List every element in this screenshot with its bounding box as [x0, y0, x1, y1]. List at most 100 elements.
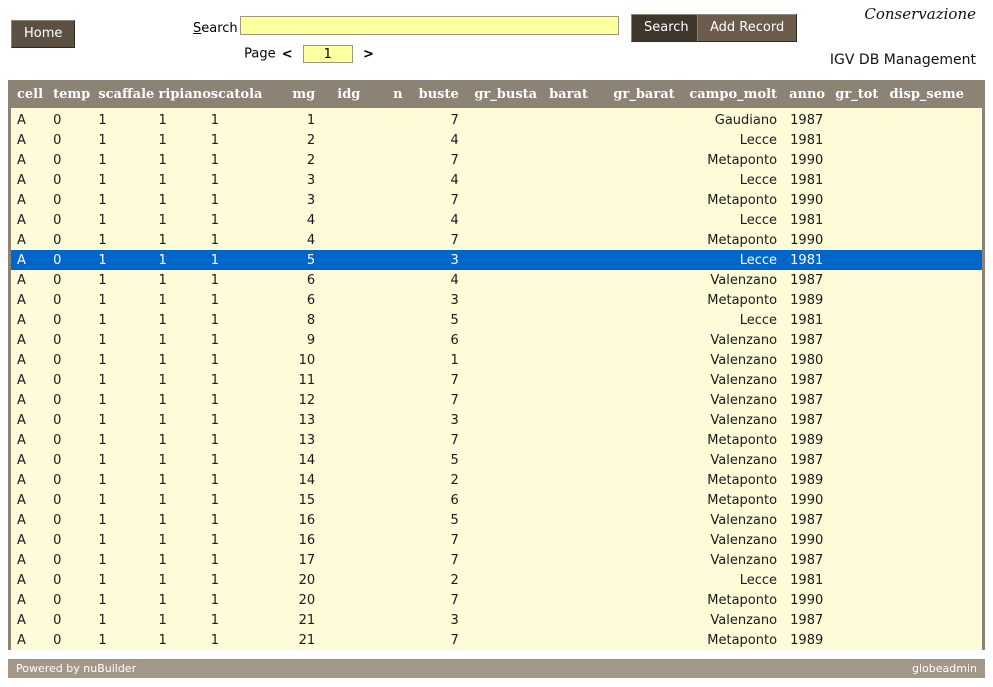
cell-n	[366, 570, 408, 590]
column-header-scatola[interactable]: scatola	[204, 80, 262, 108]
cell-campo_molt: Lecce	[739, 252, 778, 268]
search-input[interactable]	[240, 16, 619, 35]
column-header-ripiano[interactable]: ripiano	[152, 80, 211, 108]
cell-gr_barat	[596, 450, 680, 470]
table-row[interactable]: A 0 1 1 1 16 5 Valenzano 1987	[11, 510, 982, 530]
pager-next-button[interactable]: >	[361, 47, 376, 62]
cell-buste: 7	[450, 112, 459, 128]
cell-buste: 7	[450, 592, 459, 608]
cell-disp_seme	[883, 330, 982, 350]
column-header-anno[interactable]: anno	[783, 80, 830, 108]
cell-buste: 7	[450, 632, 459, 648]
cell-scaffale: 1	[98, 472, 107, 488]
cell-barat	[543, 190, 596, 210]
cell-scatola: 1	[210, 552, 220, 568]
cell-anno: 1981	[790, 572, 824, 588]
column-header-idg[interactable]: idg	[321, 80, 367, 108]
table-row[interactable]: A 0 1 1 1 2 4 Lecce 1981	[11, 130, 982, 150]
cell-campo_molt: Metaponto	[707, 192, 778, 208]
cell-anno: 1989	[790, 472, 824, 488]
cell-campo_molt: Valenzano	[710, 612, 778, 628]
column-header-gr_barat[interactable]: gr_barat	[596, 80, 681, 108]
page-number-input[interactable]	[302, 45, 353, 63]
table-row[interactable]: A 0 1 1 1 20 2 Lecce 1981	[11, 570, 982, 590]
cell-campo_molt: Metaponto	[707, 432, 778, 448]
cell-gr_busta	[465, 370, 543, 390]
cell-campo_molt: Valenzano	[710, 452, 778, 468]
cell-campo_molt: Lecce	[739, 312, 778, 328]
table-row[interactable]: A 0 1 1 1 9 6 Valenzano 1987	[11, 330, 982, 350]
cell-temp: 0	[53, 312, 62, 328]
table-row[interactable]: A 0 1 1 1 10 1 Valenzano 1980	[11, 350, 982, 370]
column-header-gr_busta[interactable]: gr_busta	[464, 80, 544, 108]
cell-temp: 0	[53, 472, 62, 488]
table-row[interactable]: A 0 1 1 1 15 6 Metaponto 1990	[11, 490, 982, 510]
table-row[interactable]: A 0 1 1 1 6 3 Metaponto 1989	[11, 290, 982, 310]
cell-temp: 0	[53, 252, 62, 268]
table-row[interactable]: A 0 1 1 1 4 4 Lecce 1981	[11, 210, 982, 230]
cell-scaffale: 1	[98, 412, 107, 428]
cell-scatola: 1	[210, 472, 220, 488]
cell-ripiano: 1	[158, 572, 167, 588]
cell-gr_tot	[829, 350, 883, 370]
column-header-gr_tot[interactable]: gr_tot	[829, 80, 884, 108]
cell-anno: 1981	[790, 252, 824, 268]
cell-ripiano: 1	[158, 472, 167, 488]
cell-n	[366, 450, 408, 470]
table-row[interactable]: A 0 1 1 1 16 7 Valenzano 1990	[11, 530, 982, 550]
cell-campo_molt: Metaponto	[707, 152, 778, 168]
cell-idg	[321, 310, 366, 330]
table-row[interactable]: A 0 1 1 1 2 7 Metaponto 1990	[11, 150, 982, 170]
column-header-n[interactable]: n	[366, 80, 409, 108]
cell-barat	[543, 370, 596, 390]
cell-ripiano: 1	[158, 612, 167, 628]
cell-buste: 3	[450, 612, 459, 628]
table-row[interactable]: A 0 1 1 1 3 4 Lecce 1981	[11, 170, 982, 190]
table-row[interactable]: A 0 1 1 1 8 5 Lecce 1981	[11, 310, 982, 330]
table-row[interactable]: A 0 1 1 1 4 7 Metaponto 1990	[11, 230, 982, 250]
cell-barat	[543, 470, 596, 490]
table-row[interactable]: A 0 1 1 1 21 3 Valenzano 1987	[11, 610, 982, 630]
table-row[interactable]: A 0 1 1 1 3 7 Metaponto 1990	[11, 190, 982, 210]
column-header-temp[interactable]: temp	[47, 80, 93, 108]
table-row[interactable]: A 0 1 1 1 5 3 Lecce 1981	[11, 250, 982, 270]
table-row[interactable]: A 0 1 1 1 21 7 Metaponto 1989	[11, 630, 982, 650]
column-header-buste[interactable]: buste	[408, 80, 465, 108]
column-header-scaffale[interactable]: scaffale	[92, 80, 154, 108]
cell-gr_barat	[596, 570, 680, 590]
cell-disp_seme	[883, 490, 982, 510]
column-header-cell[interactable]: cell	[11, 80, 48, 108]
table-row[interactable]: A 0 1 1 1 14 2 Metaponto 1989	[11, 470, 982, 490]
cell-buste: 7	[450, 552, 459, 568]
cell-anno: 1987	[790, 392, 824, 408]
cell-mg: 17	[298, 552, 316, 568]
table-row[interactable]: A 0 1 1 1 13 7 Metaponto 1989	[11, 430, 982, 450]
cell-gr_busta	[465, 190, 543, 210]
table-row[interactable]: A 0 1 1 1 11 7 Valenzano 1987	[11, 370, 982, 390]
table-row[interactable]: A 0 1 1 1 14 5 Valenzano 1987	[11, 450, 982, 470]
cell-buste: 7	[450, 392, 459, 408]
search-label: Search	[193, 21, 238, 36]
cell-gr_tot	[829, 230, 883, 250]
table-row[interactable]: A 0 1 1 1 12 7 Valenzano 1987	[11, 390, 982, 410]
cell-mg: 3	[306, 192, 316, 208]
table-row[interactable]: A 0 1 1 1 20 7 Metaponto 1990	[11, 590, 982, 610]
cell-ripiano: 1	[158, 172, 167, 188]
search-button[interactable]: Search	[631, 14, 702, 42]
table-row[interactable]: A 0 1 1 1 13 3 Valenzano 1987	[11, 410, 982, 430]
column-header-mg[interactable]: mg	[260, 80, 322, 108]
table-row[interactable]: A 0 1 1 1 6 4 Valenzano 1987	[11, 270, 982, 290]
column-header-disp_seme[interactable]: disp_seme	[883, 80, 982, 108]
cell-cell: A	[17, 532, 26, 548]
table-row[interactable]: A 0 1 1 1 17 7 Valenzano 1987	[11, 550, 982, 570]
pager-prev-button[interactable]: <	[280, 47, 295, 62]
add-record-button[interactable]: Add Record	[697, 14, 798, 42]
table-row[interactable]: A 0 1 1 1 1 7 Gaudiano 1987	[11, 108, 982, 130]
home-button[interactable]: Home	[11, 20, 76, 48]
cell-barat	[543, 490, 596, 510]
cell-anno: 1987	[790, 412, 824, 428]
column-header-campo_molt[interactable]: campo_molt	[680, 80, 784, 108]
cell-buste: 3	[450, 412, 459, 428]
cell-idg	[321, 570, 366, 590]
column-header-barat[interactable]: barat	[543, 80, 597, 108]
